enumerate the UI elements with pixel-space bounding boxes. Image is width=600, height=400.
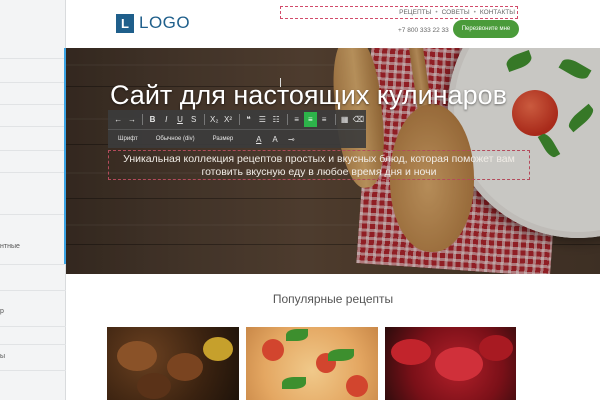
food-piece <box>117 341 157 371</box>
popular-recipes-heading: Популярные рецепты <box>272 292 394 306</box>
strikethrough-icon[interactable]: S <box>188 112 200 127</box>
phone-number: +7 800 333 22 33 <box>398 27 449 34</box>
align-right-icon[interactable]: ≡ <box>318 112 330 127</box>
subscript-icon[interactable]: X₂ <box>208 112 220 127</box>
food-piece <box>167 353 203 381</box>
toolbar-separator <box>286 114 288 125</box>
nav-link-recipes[interactable]: РЕЦЕПТЫ <box>399 9 431 16</box>
food-piece <box>435 347 483 381</box>
align-left-icon[interactable]: ≡ <box>290 112 302 127</box>
toolbar-separator <box>238 114 240 125</box>
recipe-card-meat-image[interactable] <box>107 327 239 400</box>
numbered-list-icon[interactable]: ☷ <box>270 112 282 127</box>
sidebar-divider <box>0 126 66 127</box>
sidebar-divider <box>0 344 66 345</box>
nav-separator: • <box>435 9 438 16</box>
sidebar-divider <box>0 326 66 327</box>
table-icon[interactable]: ▦ <box>338 112 350 127</box>
format-dropdown[interactable]: Обычное (div) <box>156 136 195 142</box>
food-piece <box>346 375 368 397</box>
sidebar-divider <box>0 214 66 215</box>
sidebar-divider <box>0 370 66 371</box>
page: нтные р ы L LOGO РЕЦЕПТЫ • СОВЕТЫ • КОНТ… <box>0 0 600 400</box>
sidebar-item[interactable]: ы <box>0 353 5 360</box>
food-piece <box>203 337 233 361</box>
italic-icon[interactable]: I <box>160 112 172 127</box>
bold-icon[interactable]: B <box>146 112 158 127</box>
sidebar-item[interactable]: р <box>0 308 4 315</box>
nav-separator: • <box>473 9 476 16</box>
food-piece <box>328 349 354 361</box>
editor-sidebar: нтные р ы <box>0 0 66 400</box>
sidebar-item[interactable]: нтные <box>0 243 20 250</box>
toolbar-color-group: A A ⊸ <box>251 132 300 147</box>
hero-section: Сайт для настоящих кулинаров ← → B I U S X₂ X² ❝… <box>66 48 600 274</box>
top-navigation: РЕЦЕПТЫ • СОВЕТЫ • КОНТАКТЫ <box>280 6 518 19</box>
toolbar-row-styles: Шрифт Обычное (div) Размер A A ⊸ <box>108 129 366 148</box>
food-piece <box>479 335 513 361</box>
logo[interactable]: L LOGO <box>116 13 190 33</box>
nav-link-contacts[interactable]: КОНТАКТЫ <box>480 9 515 16</box>
toolbar-separator <box>142 114 144 125</box>
text-cursor-icon <box>280 78 281 87</box>
toolbar-separator <box>334 114 336 125</box>
underline-icon[interactable]: U <box>174 112 186 127</box>
callback-button[interactable]: Перезвоните мне <box>453 20 519 38</box>
site-header: L LOGO РЕЦЕПТЫ • СОВЕТЫ • КОНТАКТЫ +7 80… <box>66 0 600 48</box>
sidebar-divider <box>0 172 66 173</box>
sidebar-divider <box>0 58 66 59</box>
sidebar-divider <box>0 150 66 151</box>
redo-icon[interactable]: → <box>126 112 138 127</box>
toolbar-separator <box>204 114 206 125</box>
background-color-icon[interactable]: A <box>268 132 283 147</box>
text-color-icon[interactable]: A <box>251 132 266 147</box>
nav-link-tips[interactable]: СОВЕТЫ <box>442 9 470 16</box>
link-icon[interactable]: ⊸ <box>284 132 299 147</box>
blockquote-icon[interactable]: ❝ <box>242 112 254 127</box>
food-piece <box>262 339 284 361</box>
sidebar-divider <box>0 290 66 291</box>
food-piece <box>282 377 306 389</box>
sidebar-divider <box>0 82 66 83</box>
size-dropdown[interactable]: Размер <box>213 136 234 142</box>
sidebar-divider <box>0 264 66 265</box>
sidebar-divider <box>0 104 66 105</box>
logo-text: LOGO <box>139 13 191 32</box>
food-piece <box>391 339 431 365</box>
bulleted-list-icon[interactable]: ☰ <box>256 112 268 127</box>
recipe-card-peppers-image[interactable] <box>385 327 516 400</box>
recipe-card-pizza-image[interactable] <box>246 327 378 400</box>
hero-title[interactable]: Сайт для настоящих кулинаров <box>110 80 507 111</box>
align-center-icon[interactable]: ≡ <box>304 112 317 127</box>
toolbar-row-formatting: ← → B I U S X₂ X² ❝ ☰ ☷ ≡ ≡ ≡ ▦ ⌫ <box>108 110 366 129</box>
font-dropdown[interactable]: Шрифт <box>118 136 138 142</box>
undo-icon[interactable]: ← <box>112 112 124 127</box>
food-piece <box>137 373 171 399</box>
food-piece <box>286 329 308 341</box>
text-editor-toolbar: ← → B I U S X₂ X² ❝ ☰ ☷ ≡ ≡ ≡ ▦ ⌫ Шрифт Обычное (div) Р… <box>108 110 366 148</box>
hero-subtitle[interactable]: Уникальная коллекция рецептов простых и … <box>108 150 530 180</box>
clear-format-icon[interactable]: ⌫ <box>352 112 364 127</box>
superscript-icon[interactable]: X² <box>222 112 234 127</box>
logo-mark: L <box>116 13 134 33</box>
